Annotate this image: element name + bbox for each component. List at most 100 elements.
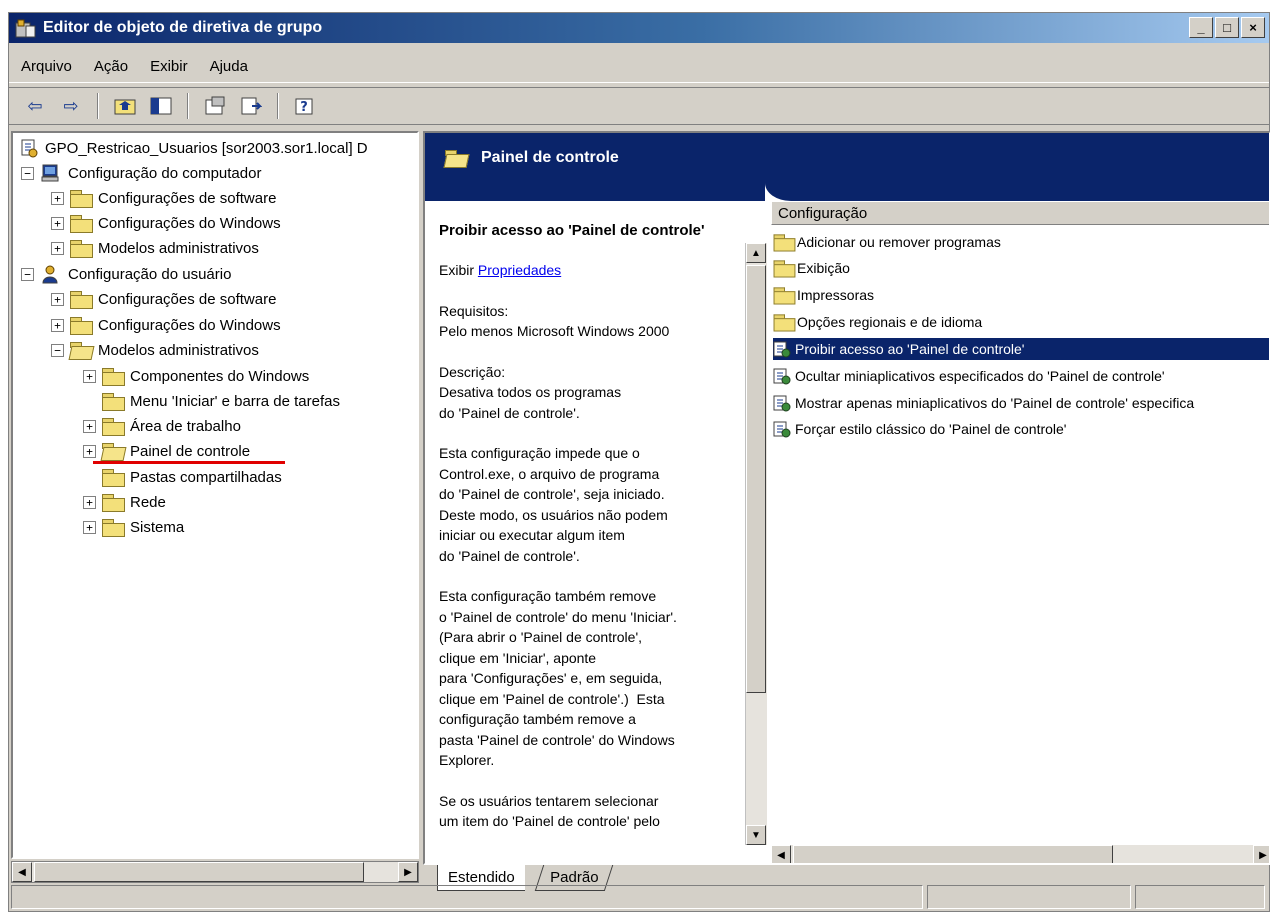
collapse-toggle[interactable]: − — [21, 267, 34, 281]
policy-setting-icon — [773, 340, 791, 358]
up-folder-icon[interactable] — [111, 92, 139, 120]
tree-computer-software[interactable]: + Configurações de software — [51, 187, 276, 209]
tree-user-windows[interactable]: + Configurações do Windows — [51, 314, 281, 336]
description-text: iniciar ou executar algum item — [439, 527, 625, 543]
export-list-icon[interactable] — [237, 92, 265, 120]
list-item-setting[interactable]: Ocultar miniaplicativos especificados do… — [773, 365, 1269, 387]
tree-root-gpo[interactable]: GPO_Restricao_Usuarios [sor2003.sor1.loc… — [19, 137, 368, 159]
properties-link[interactable]: Propriedades — [478, 262, 561, 278]
list-item-setting-selected[interactable]: Proibir acesso ao 'Painel de controle' — [773, 338, 1269, 360]
description-label: Descrição: — [439, 363, 506, 380]
scroll-left-button[interactable]: ◀ — [771, 845, 791, 863]
properties-icon[interactable] — [201, 92, 229, 120]
tree-desktop[interactable]: + Área de trabalho — [83, 415, 241, 437]
scroll-up-button[interactable]: ▲ — [746, 243, 766, 263]
menu-exibir[interactable]: Exibir — [150, 58, 188, 75]
expand-toggle[interactable]: + — [83, 444, 96, 458]
list-item-label: Ocultar miniaplicativos especificados do… — [795, 368, 1165, 384]
details-header-title: Painel de controle — [481, 149, 619, 166]
expand-toggle[interactable]: + — [51, 318, 64, 332]
list-item-folder[interactable]: Impressoras — [773, 284, 1269, 306]
back-icon[interactable]: ⇦ — [21, 92, 49, 120]
description-text: para 'Configurações' e, em seguida, — [439, 670, 663, 686]
details-pane: Painel de controle Proibir acesso ao 'Pa… — [423, 131, 1270, 865]
tree-system[interactable]: + Sistema — [83, 516, 184, 538]
tree-label: Sistema — [130, 518, 185, 536]
expand-toggle[interactable]: + — [51, 191, 64, 205]
list-item-folder[interactable]: Opções regionais e de idioma — [773, 311, 1269, 333]
show-properties-line: Exibir Propriedades — [439, 260, 749, 281]
tree-label: Configurações do Windows — [98, 214, 281, 232]
expand-toggle[interactable]: + — [83, 495, 96, 509]
description-text: Explorer. — [439, 752, 495, 768]
help-icon[interactable]: ? — [291, 92, 319, 120]
maximize-button[interactable]: □ — [1215, 17, 1239, 38]
no-toggle — [83, 395, 96, 408]
menu-ajuda[interactable]: Ajuda — [210, 58, 248, 75]
description-text: Deste modo, os usuários não podem — [439, 506, 668, 523]
scroll-thumb[interactable] — [793, 845, 1113, 863]
menu-arquivo[interactable]: Arquivo — [21, 58, 72, 75]
list-vertical-scrollbar[interactable]: ▲ ▼ — [745, 243, 767, 845]
expand-toggle[interactable]: + — [83, 520, 96, 534]
expand-toggle[interactable]: + — [83, 369, 96, 383]
list-horizontal-scrollbar[interactable]: ◀ ▶ — [771, 845, 1269, 863]
list-item-setting[interactable]: Forçar estilo clássico do 'Painel de con… — [773, 418, 1269, 440]
tree-network[interactable]: + Rede — [83, 491, 166, 513]
tree-start-menu-taskbar[interactable]: Menu 'Iniciar' e barra de tarefas — [83, 390, 340, 412]
forward-icon[interactable]: ⇨ — [57, 92, 85, 120]
tree-user-admin-templates[interactable]: − Modelos administrativos — [51, 339, 259, 361]
tree-windows-components[interactable]: + Componentes do Windows — [83, 365, 309, 387]
toolbar: ⇦ ⇨ ? — [9, 87, 1269, 125]
tree-label: Configuração do computador — [68, 164, 262, 182]
collapse-toggle[interactable]: − — [21, 166, 34, 180]
expand-toggle[interactable]: + — [83, 419, 96, 433]
status-bar — [9, 883, 1269, 911]
tree-control-panel[interactable]: + Painel de controle — [83, 440, 250, 462]
tree-label: Painel de controle — [130, 442, 251, 460]
list-item-folder[interactable]: Adicionar ou remover programas — [773, 231, 1269, 253]
column-header-configuracao[interactable]: Configuração — [771, 201, 1269, 225]
close-button[interactable]: × — [1241, 17, 1265, 38]
folder-icon — [70, 190, 93, 208]
tree-user-software[interactable]: + Configurações de software — [51, 288, 276, 310]
minimize-button[interactable]: _ — [1189, 17, 1213, 38]
tree-label: Modelos administrativos — [98, 239, 259, 257]
menu-acao[interactable]: Ação — [94, 58, 128, 75]
tree-computer-windows[interactable]: + Configurações do Windows — [51, 212, 281, 234]
scroll-right-button[interactable]: ▶ — [1253, 845, 1269, 863]
settings-list[interactable]: Configuração Adicionar ou remover progra… — [771, 201, 1269, 845]
highlight-underline — [93, 461, 285, 464]
list-item-label: Impressoras — [797, 287, 875, 303]
list-item-folder[interactable]: Exibição — [773, 257, 1269, 279]
header-curve — [765, 183, 1269, 201]
tree-user-config[interactable]: − Configuração do usuário — [21, 263, 231, 285]
show-hide-tree-icon[interactable] — [147, 92, 175, 120]
no-toggle — [83, 471, 96, 484]
expand-toggle[interactable]: + — [51, 241, 64, 255]
tree-computer-config[interactable]: − Configuração do computador — [21, 162, 261, 184]
collapse-toggle[interactable]: − — [51, 343, 64, 357]
scroll-thumb[interactable] — [746, 265, 766, 693]
toolbar-separator — [97, 93, 99, 119]
expand-toggle[interactable]: + — [51, 292, 64, 306]
scroll-thumb[interactable] — [34, 862, 364, 882]
title-bar[interactable]: Editor de objeto de diretiva de grupo _ … — [9, 13, 1269, 43]
console-tree[interactable]: GPO_Restricao_Usuarios [sor2003.sor1.loc… — [11, 131, 419, 859]
folder-icon — [773, 260, 796, 278]
scroll-down-button[interactable]: ▼ — [746, 825, 766, 845]
description-text: clique em 'Painel de controle'.) Esta — [439, 690, 665, 707]
description-text: Control.exe, o arquivo de programa — [439, 465, 660, 482]
tree-computer-admin-templates[interactable]: + Modelos administrativos — [51, 237, 259, 259]
gpo-icon — [19, 138, 39, 158]
scroll-right-button[interactable]: ▶ — [398, 862, 418, 882]
tree-horizontal-scrollbar[interactable]: ◀ ▶ — [11, 861, 419, 883]
description-text: Se os usuários tentarem selecionar — [439, 792, 659, 809]
scroll-left-button[interactable]: ◀ — [12, 862, 32, 882]
tree-shared-folders[interactable]: Pastas compartilhadas — [83, 466, 282, 488]
expand-toggle[interactable]: + — [51, 216, 64, 230]
list-item-label: Adicionar ou remover programas — [797, 234, 1001, 250]
description-text: (Para abrir o 'Painel de controle', — [439, 629, 643, 645]
list-item-setting[interactable]: Mostrar apenas miniaplicativos do 'Paine… — [773, 392, 1269, 414]
